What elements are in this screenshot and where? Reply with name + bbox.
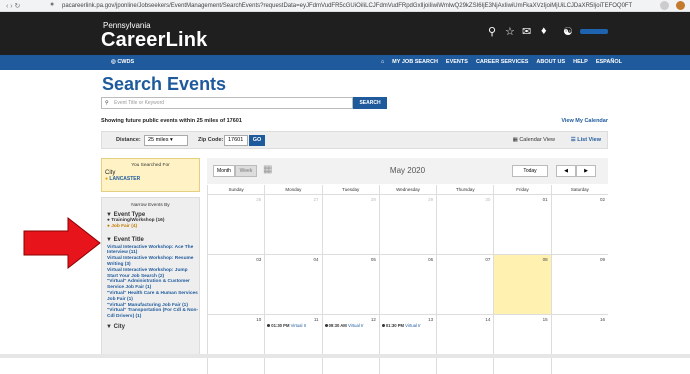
zip-code-field[interactable]: 17601 xyxy=(224,135,248,146)
you-searched-for: You Searched For City ● LANCASTER xyxy=(101,158,200,192)
main-nav: ◎ CWDS ⌂ MY JOB SEARCH EVENTS CAREER SER… xyxy=(0,55,690,70)
event-title-item[interactable]: "Virtual" Transportation (For Cdl & Non-… xyxy=(102,308,199,320)
nav-espanol[interactable]: ESPAÑOL xyxy=(596,59,622,65)
user-icon[interactable]: ☯ xyxy=(563,25,573,38)
event-calendar: Month Week ▦ May 2020 Today ◀ ▶ Sunday M… xyxy=(207,158,608,374)
day-cell[interactable]: 12 09:30 AM Virtual Ir xyxy=(321,315,379,374)
calendar-event[interactable]: 01:30 PM Virtual Ir xyxy=(267,323,306,328)
day-cell[interactable]: 28 xyxy=(321,195,379,254)
weekday-label: Monday xyxy=(264,185,321,194)
calendar-event[interactable]: 09:30 AM Virtual Ir xyxy=(324,323,363,328)
page-title: Search Events xyxy=(102,74,227,94)
logo[interactable]: CareerLink xyxy=(101,29,208,52)
calendar-week: 10 11 01:30 PM Virtual Ir 12 09:30 AM Vi… xyxy=(207,314,608,374)
nav-about-us[interactable]: ABOUT US xyxy=(536,59,565,65)
today-cell[interactable]: 08 xyxy=(493,255,551,314)
red-arrow-annotation xyxy=(23,217,101,269)
nav-career-services[interactable]: CAREER SERVICES xyxy=(476,59,528,65)
distance-label: Distance: xyxy=(116,137,141,143)
star-icon[interactable]: ☆ xyxy=(505,25,515,38)
searched-header: You Searched For xyxy=(131,163,170,168)
day-cell[interactable]: 02 xyxy=(550,195,608,254)
address-bar[interactable]: pacareerlink.pa.gov/jponline/Jobseekers/… xyxy=(62,1,632,11)
nav-events[interactable]: EVENTS xyxy=(446,59,468,65)
distance-select[interactable]: 25 miles ▾ xyxy=(144,135,188,146)
weekday-label: Wednesday xyxy=(378,185,436,194)
prev-month-button[interactable]: ◀ xyxy=(556,165,576,177)
search-input[interactable]: ⚲ Event Title or Keyword xyxy=(101,97,353,109)
browser-nav-buttons[interactable]: ‹ › ↻ xyxy=(6,2,20,10)
day-cell[interactable]: 04 xyxy=(264,255,322,314)
horizontal-scrollbar[interactable] xyxy=(0,354,690,358)
weekday-label: Saturday xyxy=(550,185,608,194)
remove-filter-icon[interactable]: ● xyxy=(105,176,108,182)
day-cell[interactable]: 30 xyxy=(436,195,494,254)
day-cell[interactable]: 26 xyxy=(207,195,265,254)
day-cell[interactable]: 27 xyxy=(264,195,322,254)
nav-help[interactable]: HELP xyxy=(573,59,588,65)
filter-bar: Distance: 25 miles ▾ Zip Code: 17601 GO … xyxy=(101,131,608,149)
results-summary: Showing future public events within 25 m… xyxy=(101,118,242,124)
narrow-header: Narrow Events By xyxy=(131,203,170,208)
weekday-label: Thursday xyxy=(436,185,493,194)
day-cell[interactable]: 11 01:30 PM Virtual Ir xyxy=(264,315,322,374)
list-view-toggle[interactable]: ☰ List View xyxy=(571,137,601,143)
calendar-icon: ▦ xyxy=(512,137,518,143)
today-button[interactable]: Today xyxy=(512,165,548,177)
calendar-view-toggle[interactable]: ▦ Calendar View xyxy=(513,137,555,143)
calendar-week: 03 04 05 06 07 08 09 xyxy=(207,254,608,314)
day-cell[interactable]: 06 xyxy=(378,255,437,314)
day-cell[interactable]: 01 xyxy=(493,195,551,254)
weekday-label: Sunday xyxy=(207,185,264,194)
mail-icon[interactable]: ✉ xyxy=(522,25,531,38)
event-title-item[interactable]: Virtual Interactive Workshop: Resume Wri… xyxy=(102,256,199,268)
day-cell[interactable]: 29 xyxy=(378,195,437,254)
day-cell[interactable]: 13 01:30 PM Virtual Ir xyxy=(378,315,437,374)
calendar-week: 26 27 28 29 30 01 02 xyxy=(207,194,608,254)
calendar-toolbar: Month Week ▦ May 2020 Today ◀ ▶ xyxy=(207,158,608,184)
day-cell[interactable]: 07 xyxy=(436,255,494,314)
lock-icon: ● xyxy=(50,1,55,8)
narrow-events-panel: Narrow Events By ▼ Event Type ● Training… xyxy=(101,197,200,358)
browser-chrome: ‹ › ↻ ● pacareerlink.pa.gov/jponline/Job… xyxy=(0,0,690,12)
day-cell[interactable]: 15 xyxy=(493,315,551,374)
search-button[interactable]: SEARCH xyxy=(353,97,387,109)
nav-home-icon[interactable]: ⌂ xyxy=(381,59,384,65)
day-cell[interactable]: 09 xyxy=(550,255,608,314)
weekday-header: Sunday Monday Tuesday Wednesday Thursday… xyxy=(207,185,608,194)
cwds-link[interactable]: ◎ CWDS xyxy=(111,59,134,65)
event-title-item[interactable]: "Virtual" Health Care & Human Services J… xyxy=(102,291,199,303)
day-cell[interactable]: 14 xyxy=(436,315,494,374)
day-cell[interactable]: 05 xyxy=(321,255,379,314)
bell-icon[interactable]: ♦ xyxy=(541,25,547,37)
profile-avatar[interactable] xyxy=(676,1,685,10)
event-title-item[interactable]: Virtual Interactive Workshop: Jump Start… xyxy=(102,268,199,280)
view-my-calendar-link[interactable]: View My Calendar xyxy=(561,118,608,124)
extension-icon[interactable] xyxy=(660,1,669,10)
nav-my-job-search[interactable]: MY JOB SEARCH xyxy=(392,59,438,65)
search-icon: ⚲ xyxy=(105,100,109,106)
day-cell[interactable]: 16 xyxy=(550,315,608,374)
go-button[interactable]: GO xyxy=(249,135,265,146)
search-placeholder: Event Title or Keyword xyxy=(114,100,165,106)
user-name[interactable] xyxy=(580,29,608,34)
event-title-item[interactable]: Virtual Interactive Workshop: Ace The In… xyxy=(102,245,199,257)
list-icon: ☰ xyxy=(570,137,576,143)
searched-value[interactable]: ● LANCASTER xyxy=(102,176,199,182)
day-cell[interactable]: 10 xyxy=(207,315,265,374)
next-month-button[interactable]: ▶ xyxy=(576,165,596,177)
weekday-label: Tuesday xyxy=(321,185,379,194)
event-title-item[interactable]: "Virtual" Administration & Customer Serv… xyxy=(102,279,199,291)
calendar-event[interactable]: 01:30 PM Virtual Ir xyxy=(381,323,421,328)
weekday-label: Friday xyxy=(493,185,550,194)
city-header[interactable]: ▼ City xyxy=(102,324,199,330)
zip-label: Zip Code: xyxy=(198,137,224,143)
search-icon[interactable]: ⚲ xyxy=(488,25,496,38)
day-cell[interactable]: 03 xyxy=(207,255,265,314)
